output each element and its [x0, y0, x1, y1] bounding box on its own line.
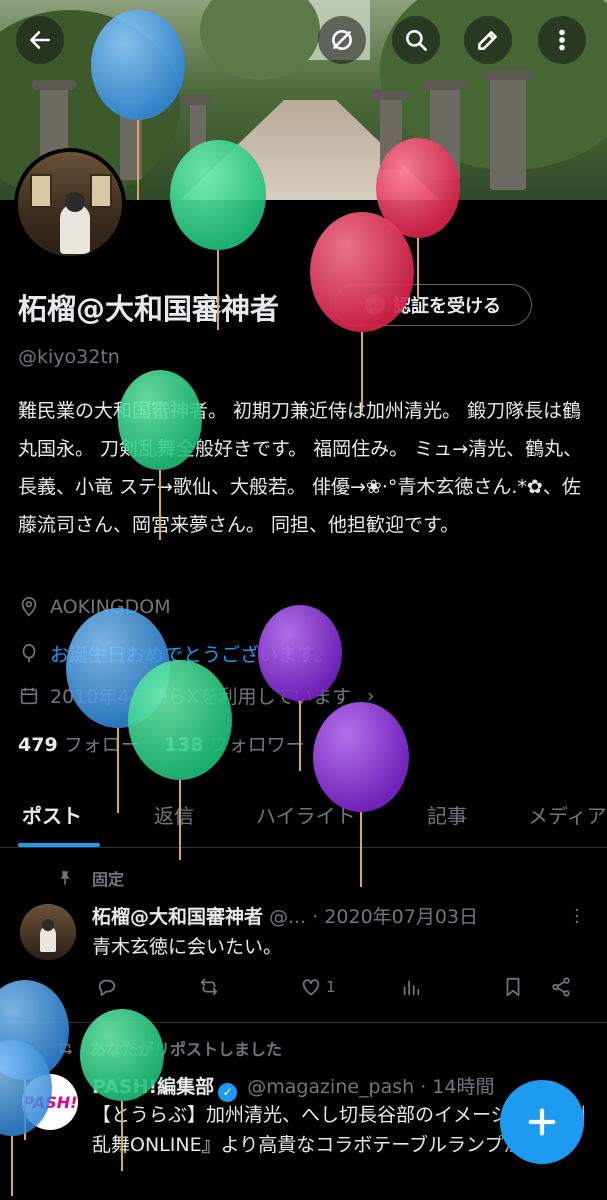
retweet-time: · 14時間 [420, 1076, 495, 1098]
retweet-author-name[interactable]: PASH!編集部 [92, 1076, 214, 1098]
share-icon [552, 977, 570, 997]
more-vertical-icon [559, 29, 565, 51]
reposted-text: あなたがリポストしました [90, 1040, 283, 1059]
tweet-date: · 2020年07月03日 [312, 906, 479, 928]
bookmark-icon [506, 977, 520, 997]
tab-articles[interactable]: 記事 [427, 800, 467, 829]
share-button[interactable] [550, 976, 572, 998]
views-icon [403, 980, 420, 996]
reply-icon [98, 979, 116, 997]
block-button[interactable] [318, 16, 366, 64]
get-verified-label: 認証を受ける [393, 296, 501, 317]
back-button[interactable] [16, 16, 64, 64]
pinned-label: 固定 [56, 866, 124, 890]
follow-stats: 479 フォロー 138 フォロワー [18, 730, 305, 757]
profile-name: 柘榴@大和国審神者 [18, 292, 280, 326]
calendar-icon [20, 687, 38, 704]
pash-logo-text: PASH! [22, 1092, 78, 1112]
views-button[interactable] [400, 976, 422, 998]
tab-media[interactable]: メディア [528, 800, 607, 829]
reposted-label: あなたがリポストしました [56, 1036, 282, 1060]
verified-badge-icon: ✓ [365, 295, 385, 315]
active-tab-indicator [18, 843, 100, 847]
profile-tabs: ポスト 返信 ハイライト 記事 メディア [0, 790, 607, 848]
block-icon [332, 30, 352, 50]
tab-highlights[interactable]: ハイライト [256, 800, 356, 829]
bookmark-button[interactable] [502, 976, 524, 998]
following-label: フォロー [63, 734, 140, 756]
following-link[interactable]: 479 フォロー [18, 734, 140, 756]
search-button[interactable] [392, 16, 440, 64]
edit-icon [478, 31, 497, 50]
get-verified-button[interactable]: ✓ 認証を受ける [334, 284, 532, 326]
tab-posts[interactable]: ポスト [22, 800, 82, 829]
balloon-icon [22, 643, 36, 662]
repost-button[interactable] [198, 976, 220, 998]
tweet-avatar[interactable] [20, 904, 76, 960]
chevron-right-icon: › [366, 684, 375, 707]
retweet-author-handle: @magazine_pash [247, 1076, 415, 1098]
profile-avatar[interactable] [14, 148, 126, 260]
following-count: 479 [18, 734, 58, 756]
pin-icon [60, 871, 70, 885]
pinned-text: 固定 [92, 870, 125, 889]
tweet-more-icon[interactable]: · · · [574, 902, 580, 932]
pash-avatar[interactable]: PASH! [22, 1074, 78, 1130]
location-pin-icon [21, 597, 37, 617]
plus-icon [528, 1108, 556, 1136]
repost-small-icon [57, 1041, 73, 1055]
arrow-left-icon [30, 31, 50, 49]
heart-icon [302, 979, 320, 996]
tweet-divider [0, 1022, 607, 1023]
profile-location: AOKINGDOM [18, 596, 171, 618]
balloon-blue [66, 608, 170, 813]
followers-count: 138 [163, 734, 204, 756]
more-button[interactable] [538, 16, 586, 64]
retweet-header: PASH!編集部 ✓ @magazine_pash · 14時間 [92, 1072, 494, 1102]
location-text: AOKINGDOM [50, 596, 171, 618]
reply-button[interactable] [96, 976, 118, 998]
pinned-tweet-header: 柘榴@大和国審神者 @... · 2020年07月03日 [92, 902, 478, 929]
edit-button[interactable] [464, 16, 512, 64]
tweet-author-name[interactable]: 柘榴@大和国審神者 [92, 906, 263, 928]
compose-fab[interactable] [500, 1080, 584, 1164]
profile-joined[interactable]: 2010年4月からXを利用しています › [18, 682, 375, 709]
profile-handle: @kiyo32tn [18, 346, 120, 368]
like-button[interactable]: 1 [300, 976, 336, 998]
like-count: 1 [326, 978, 336, 996]
profile-birthday[interactable]: お誕生日おめでとうございます。 [18, 640, 333, 667]
search-icon [406, 30, 428, 52]
tweet-author-handle: @... [269, 906, 307, 928]
repost-icon [200, 978, 218, 996]
tweet-actions: 1 [92, 976, 592, 1006]
pinned-tweet-text: 青木玄徳に会いたい。 [92, 936, 283, 958]
profile-bio: 難民業の大和国審神者。 初期刀兼近侍は加州清光。 鍛刀隊長は鶴丸国永。 刀剣乱舞… [18, 400, 583, 536]
tab-replies[interactable]: 返信 [154, 800, 194, 829]
followers-label: フォロワー [209, 734, 305, 756]
followers-link[interactable]: 138 フォロワー [164, 734, 305, 756]
joined-text: 2010年4月からXを利用しています [50, 686, 351, 708]
birthday-link[interactable]: お誕生日おめでとうございます。 [50, 640, 333, 667]
